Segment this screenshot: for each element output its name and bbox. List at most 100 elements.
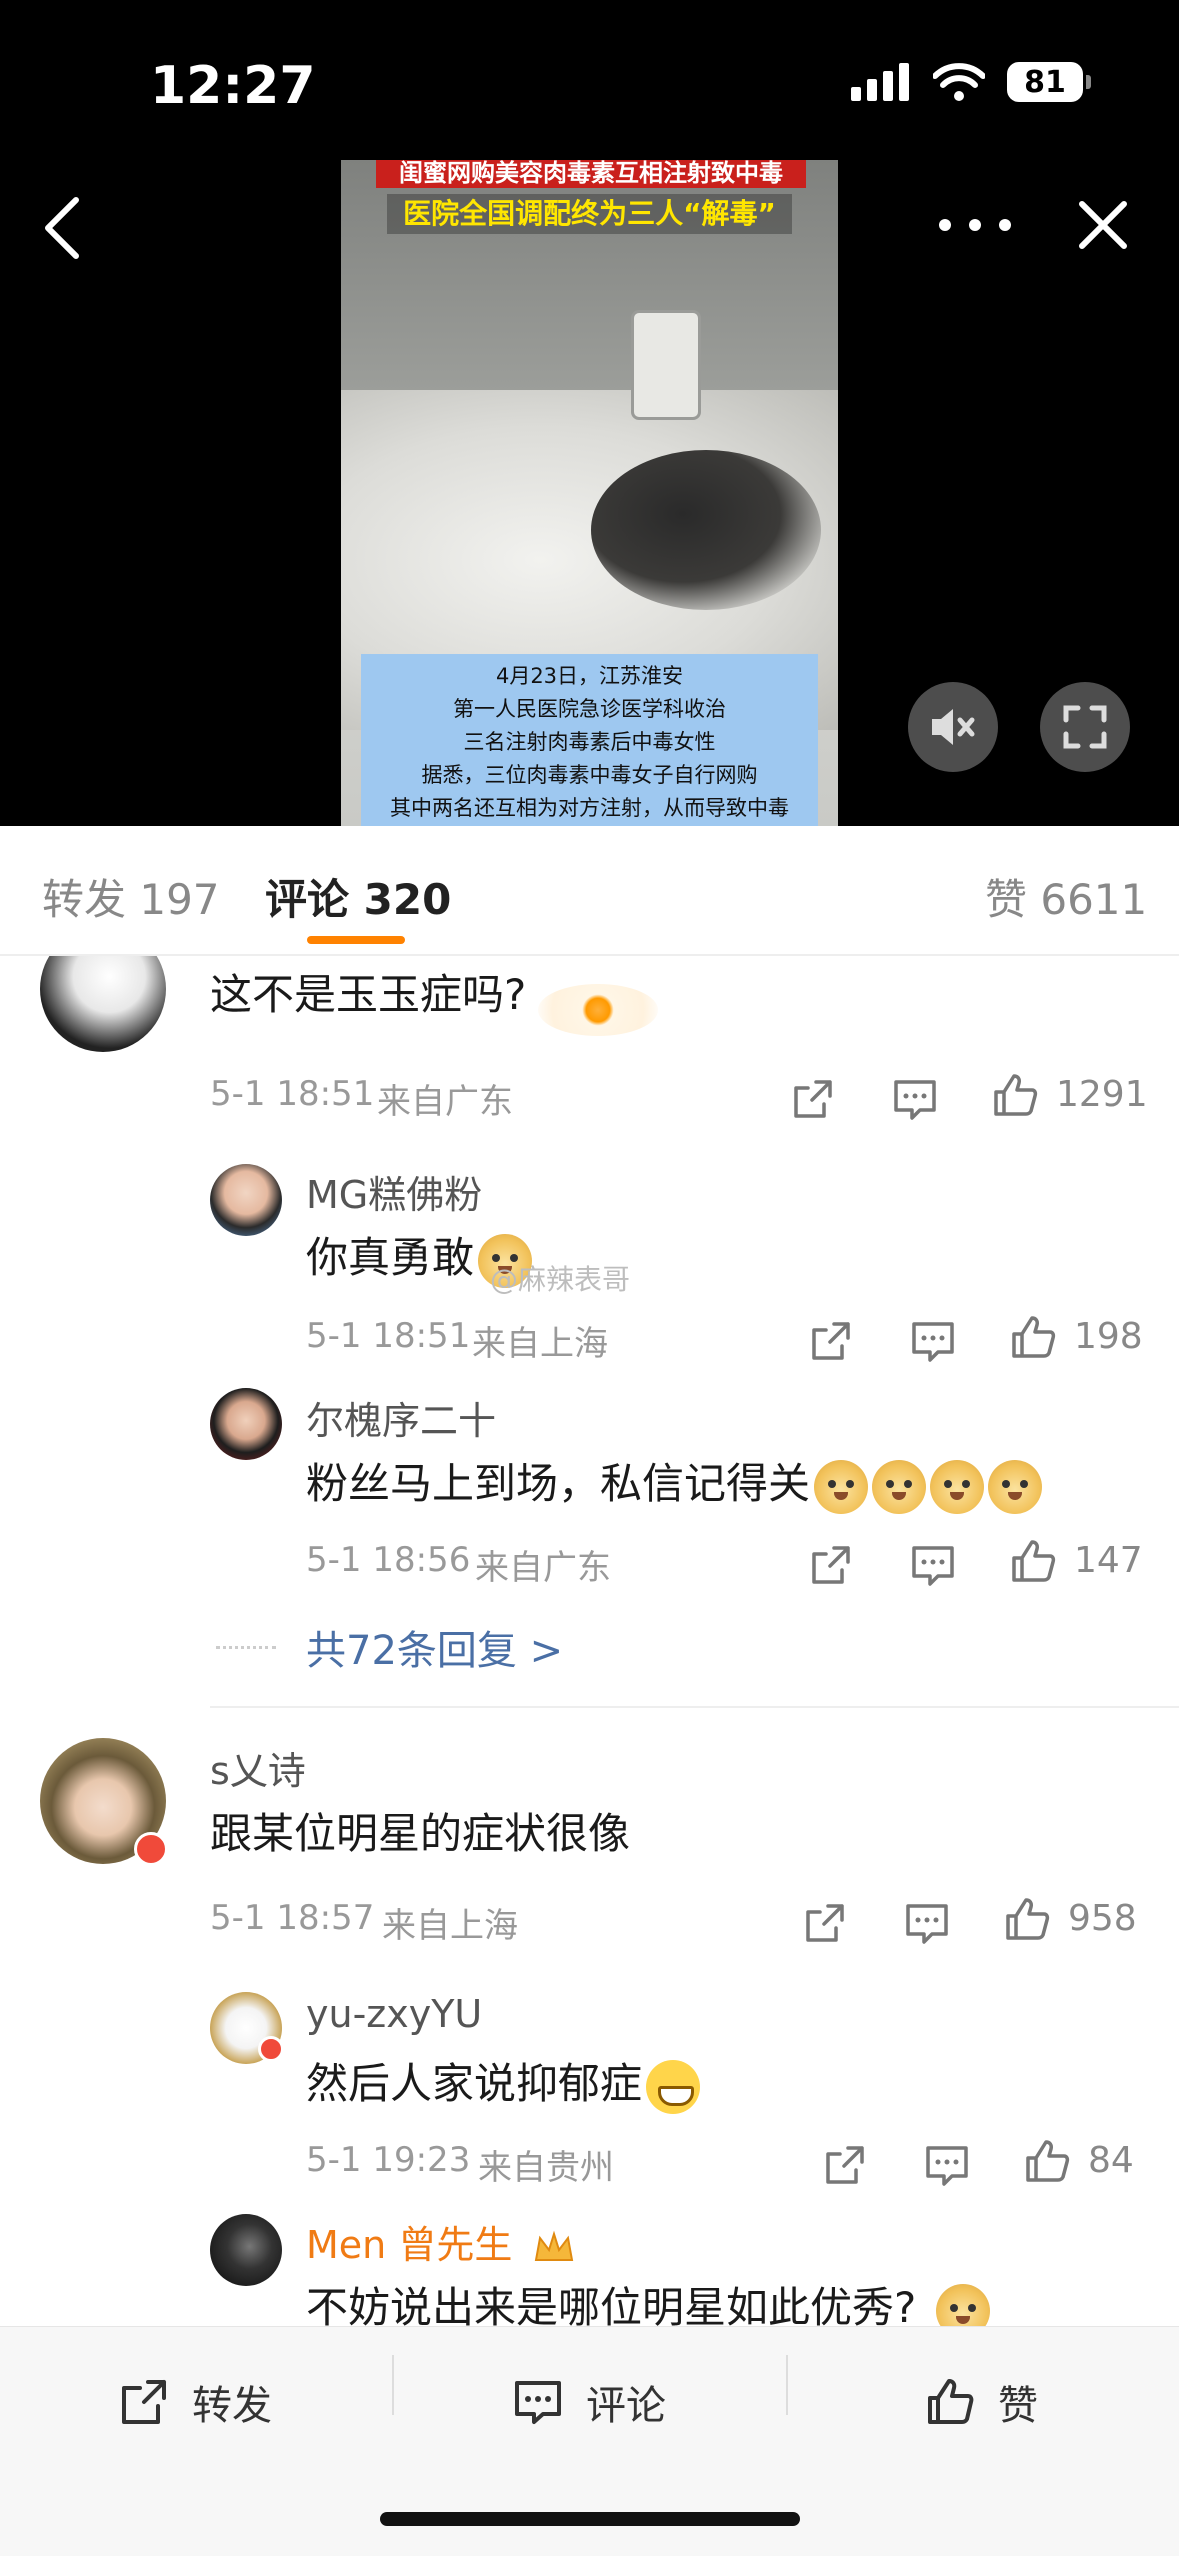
video-header: 12:27 81 闺蜜网购美容肉毒素互相注射致中毒 医院全国调配终为三人“解毒”… — [0, 0, 1179, 826]
tab-likes[interactable]: 赞 6611 — [985, 866, 1147, 927]
like-icon[interactable] — [1008, 1312, 1058, 1362]
grin-emoji-icon — [646, 2059, 701, 2114]
comment-username[interactable]: s乂诗 — [210, 1740, 306, 1795]
video-caption-line: 其中两名还互相为对方注射，从而导致中毒 — [390, 796, 789, 820]
video-caption-line: 据悉，三位肉毒素中毒女子自行网购 — [421, 763, 758, 787]
reply-username-text: Men 曾先生 — [306, 2223, 513, 2267]
reply-username[interactable]: yu-zxyYU — [306, 1992, 482, 2036]
reply-text-content: 你真勇敢 — [306, 1233, 475, 1282]
back-arrow-icon[interactable] — [26, 188, 106, 268]
video-frame-iv-device — [631, 310, 701, 420]
like-count: 1291 — [1056, 1074, 1148, 1115]
doge-emoji-icon — [936, 2283, 991, 2326]
comment-time: 5-1 18:51 — [210, 1074, 375, 1114]
reply-time: 5-1 18:56 — [306, 1540, 471, 1580]
status-icons: 81 — [851, 62, 1091, 102]
like-label: 赞 — [998, 2383, 1038, 2429]
doge-emoji-icon — [814, 1459, 869, 1514]
home-indicator — [380, 2512, 800, 2526]
more-options-icon[interactable] — [930, 200, 1020, 250]
avatar[interactable] — [210, 1388, 282, 1460]
comment-location: 来自上海 — [382, 1906, 518, 1946]
doge-emoji-icon — [872, 1459, 927, 1514]
share-icon[interactable] — [820, 2140, 870, 2190]
avatar[interactable] — [210, 1164, 282, 1236]
tab-comments[interactable]: 评论 320 — [265, 866, 451, 927]
share-icon[interactable] — [806, 1540, 856, 1590]
reply-username[interactable]: MG糕佛粉 — [306, 1164, 482, 1219]
share-icon[interactable] — [800, 1898, 850, 1948]
doge-emoji-icon — [988, 1459, 1043, 1514]
tab-repost[interactable]: 转发 197 — [42, 866, 220, 927]
like-count: 147 — [1074, 1540, 1143, 1581]
reply-text-content: 然后人家说抑郁症 — [306, 2059, 643, 2108]
reply-username[interactable]: Men 曾先生 — [306, 2214, 576, 2269]
verified-badge-icon — [258, 2036, 284, 2062]
comment-time: 5-1 18:57 — [210, 1898, 375, 1938]
reply-icon[interactable] — [908, 1540, 958, 1590]
like-icon[interactable] — [1008, 1536, 1058, 1586]
video-caption-headline: 医院全国调配终为三人“解毒” — [387, 194, 792, 234]
comment-divider — [210, 1706, 1179, 1708]
video-player[interactable]: 闺蜜网购美容肉毒素互相注射致中毒 医院全国调配终为三人“解毒” 4月23日，江苏… — [341, 160, 838, 826]
video-caption-top: 闺蜜网购美容肉毒素互相注射致中毒 — [376, 160, 806, 188]
reply-text: 不妨说出来是哪位明星如此优秀? — [306, 2274, 991, 2326]
verified-badge-icon — [134, 1832, 168, 1866]
comment-list: 这不是玉玉症吗? 5-1 18:51 来自广东 1291 MG糕佛粉 你真勇敢 … — [0, 956, 1179, 2326]
detail-tabs: 转发 197 评论 320 赞 6611 — [0, 826, 1179, 956]
thumbs-up-icon — [928, 2379, 974, 2424]
reply-text: 然后人家说抑郁症 — [306, 2050, 701, 2114]
share-icon[interactable] — [806, 1316, 856, 1366]
fullscreen-icon — [1063, 705, 1107, 749]
fried-egg-sticker — [538, 984, 658, 1036]
reply-text-content: 不妨说出来是哪位明星如此优秀? — [306, 2283, 917, 2326]
reply-icon[interactable] — [908, 1316, 958, 1366]
like-icon[interactable] — [1022, 2136, 1072, 2186]
like-button[interactable]: 赞 — [924, 2367, 1038, 2437]
comment-text: 跟某位明星的症状很像 — [210, 1809, 631, 1858]
video-caption-line: 三名注射肉毒素后中毒女性 — [463, 730, 716, 754]
share-icon[interactable] — [788, 1074, 838, 1124]
like-icon[interactable] — [990, 1070, 1040, 1120]
avatar[interactable] — [210, 2214, 282, 2286]
bottom-bar-divider — [392, 2355, 394, 2415]
repost-label: 转发 — [192, 2383, 272, 2429]
video-frame-patient — [591, 450, 821, 610]
comment-icon — [515, 2381, 561, 2424]
reply-location: 来自贵州 — [478, 2148, 614, 2188]
close-icon[interactable] — [1068, 190, 1138, 260]
crown-badge-icon — [535, 2230, 574, 2261]
like-count: 958 — [1068, 1898, 1137, 1939]
comment-location: 来自广东 — [377, 1082, 513, 1122]
fullscreen-button[interactable] — [1040, 682, 1130, 772]
doge-emoji-icon — [930, 1459, 985, 1514]
reply-username[interactable]: 尔槐序二十 — [306, 1390, 496, 1445]
comment-text: 这不是玉玉症吗? — [210, 970, 527, 1019]
avatar[interactable] — [40, 956, 166, 1052]
like-count: 84 — [1088, 2140, 1134, 2181]
reply-text-content: 粉丝马上到场，私信记得关 — [306, 1459, 811, 1508]
like-icon[interactable] — [1002, 1894, 1052, 1944]
reply-icon[interactable] — [890, 1074, 940, 1124]
comment-button[interactable]: 评论 — [512, 2367, 666, 2437]
replies-dots — [216, 1646, 276, 1649]
video-caption-line: 第一人民医院急诊医学科收治 — [453, 697, 726, 721]
mute-button[interactable] — [908, 682, 998, 772]
reply-icon[interactable] — [922, 2140, 972, 2190]
watermark: @麻辣表哥 — [490, 1263, 631, 1296]
reply-location: 来自上海 — [472, 1324, 608, 1364]
repost-button[interactable]: 转发 — [118, 2367, 272, 2437]
wifi-icon — [933, 63, 985, 101]
status-time: 12:27 — [150, 56, 316, 116]
repost-icon — [122, 2380, 166, 2424]
view-more-replies-link[interactable]: 共72条回复 > — [306, 1618, 563, 1676]
reply-time: 5-1 18:51 — [306, 1316, 471, 1356]
video-caption-line: 4月23日，江苏淮安 — [495, 664, 684, 688]
like-count: 198 — [1074, 1316, 1143, 1357]
reply-icon[interactable] — [902, 1898, 952, 1948]
tab-active-indicator — [307, 936, 405, 944]
reply-location: 来自广东 — [475, 1548, 611, 1588]
signal-icon — [851, 63, 909, 101]
battery-indicator: 81 — [1007, 62, 1091, 102]
reply-time: 5-1 19:23 — [306, 2140, 471, 2180]
